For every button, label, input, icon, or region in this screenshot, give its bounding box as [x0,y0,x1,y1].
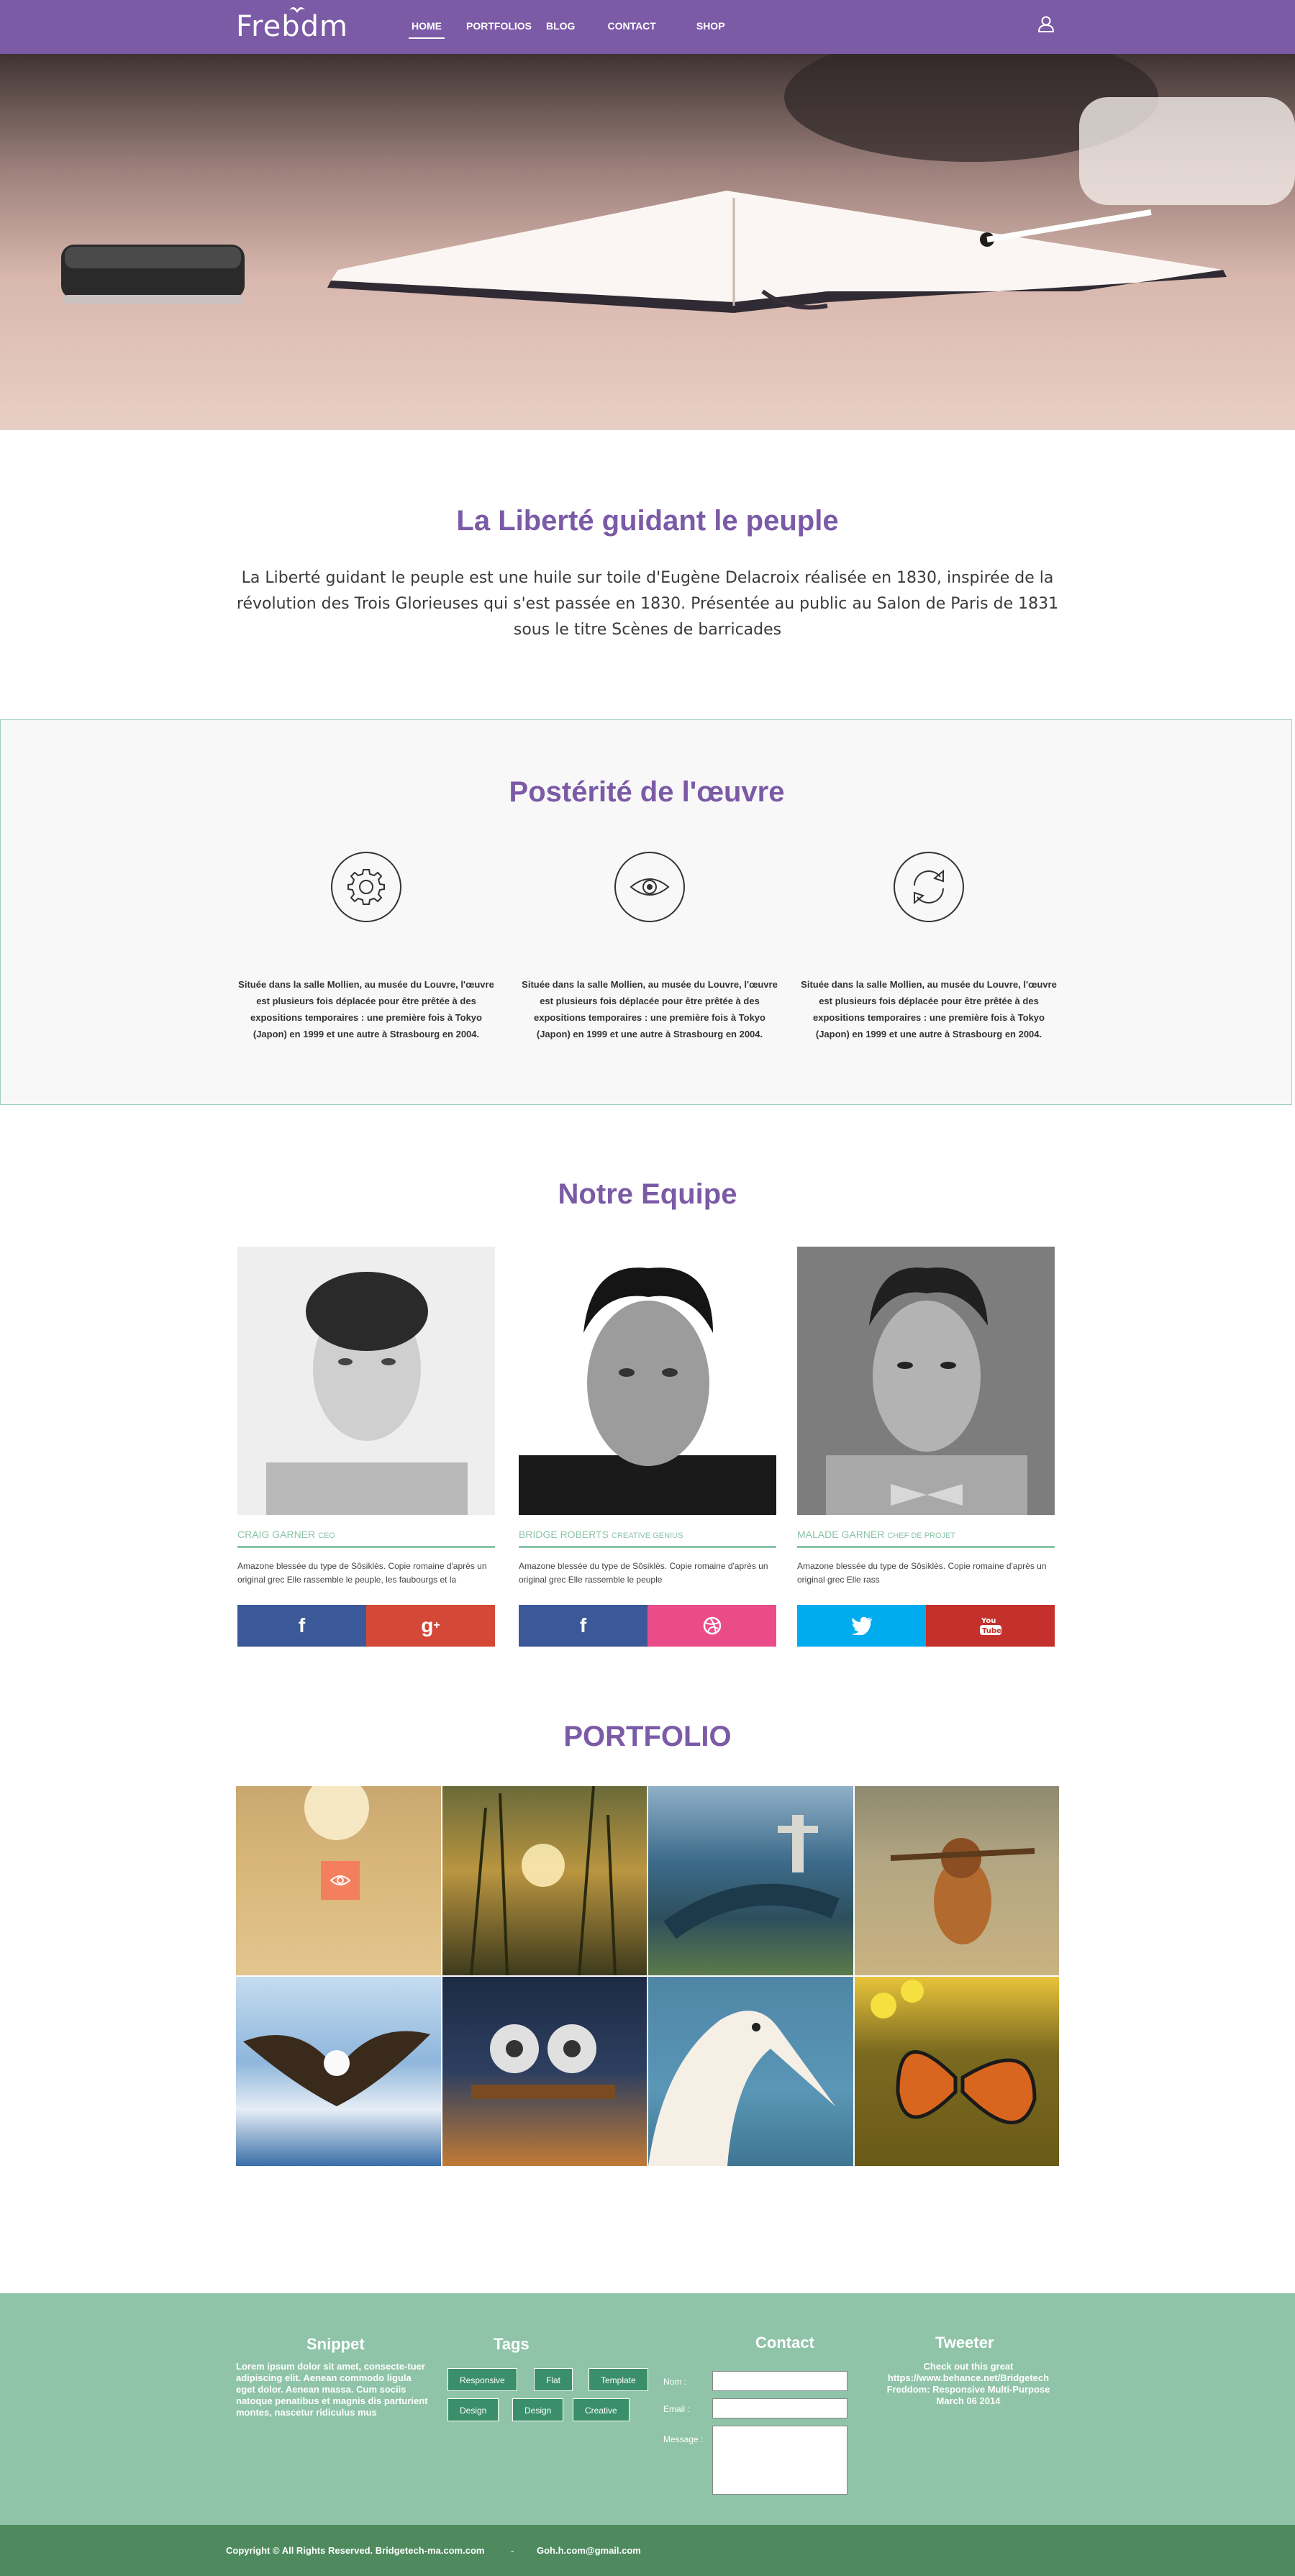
top-navbar: Frebdm HOME PORTFOLIOS BLOG CONTACT SHOP [0,0,1295,54]
portfolio-item-rio-christ-statue[interactable] [648,1786,853,1975]
divider [519,1546,776,1548]
footer-email-link[interactable]: Goh.h.com@gmail.com [537,2545,641,2556]
posterite-section: Postérité de l'œuvre Située dans la sall… [0,719,1292,1105]
nav-shop[interactable]: SHOP [696,20,725,39]
site-logo[interactable]: Frebdm [236,10,348,43]
message-textarea[interactable] [712,2426,848,2495]
intro-text: La Liberté guidant le peuple est une hui… [236,569,1059,639]
feature-text-3: Située dans la salle Mollien, au musée d… [801,979,1057,1039]
google-plus-icon[interactable]: g + [366,1605,495,1647]
tag-responsive[interactable]: Responsive [447,2368,517,2391]
email-input[interactable] [712,2398,848,2418]
gear-icon [331,852,401,922]
tweeter-title: Tweeter [935,2334,994,2352]
tile-image [890,1838,1035,1944]
member-name: BRIDGE ROBERTS [519,1529,609,1540]
svg-text:You: You [981,1617,996,1625]
portfolio-title: PORTFOLIO [563,1721,732,1752]
divider [797,1546,1055,1548]
eye-icon[interactable] [321,1861,360,1900]
hero-image [0,54,1295,430]
member-name-line: MALADE GARNER CHEF DE PROJET [797,1529,1055,1546]
member-photo [519,1247,776,1515]
member-name-line: BRIDGE ROBERTS CREATIVE GENIUS [519,1529,776,1546]
facebook-icon[interactable]: f [237,1605,366,1647]
twitter-icon[interactable] [797,1605,926,1647]
tile-image [663,1815,840,1939]
member-social: f g + [237,1605,495,1647]
member-desc: Amazone blessée du type de Sôsiklès. Cop… [519,1561,768,1585]
portfolio-item-monarch-butterfly[interactable] [854,1977,1059,2166]
member-name: MALADE GARNER [797,1529,885,1540]
team-member-card: BRIDGE ROBERTS CREATIVE GENIUS Amazone bl… [519,1247,776,1647]
tile-image [469,1786,617,1975]
copyright-bar: Copyright © All Rights Reserved. Bridget… [0,2525,1295,2576]
portfolio-item-bald-eagle[interactable] [236,1977,441,2166]
nav-blog[interactable]: BLOG [546,20,575,39]
team-member-card: CRAIG GARNER CEO Amazone blessée du type … [237,1247,495,1647]
contact-title: Contact [755,2334,814,2352]
separator: - [511,2545,514,2556]
posterite-title: Postérité de l'œuvre [509,776,785,808]
snippet-title: Snippet [306,2335,365,2353]
portfolio-item-sunset-field[interactable] [236,1786,441,1975]
member-photo [237,1247,495,1520]
nav-portfolios[interactable]: PORTFOLIOS [466,20,532,39]
member-role: CEO [318,1532,335,1540]
refresh-icon [894,852,964,922]
message-label: Message : [663,2434,704,2444]
nav-home[interactable]: HOME [409,20,445,39]
member-desc: Amazone blessée du type de Sôsiklès. Cop… [797,1561,1047,1585]
copyright-text: Copyright © All Rights Reserved. Bridget… [226,2545,485,2556]
member-desc: Amazone blessée du type de Sôsiklès. Cop… [237,1561,487,1585]
member-name: CRAIG GARNER [237,1529,316,1540]
portfolio-item-robots-on-bench[interactable] [442,1977,647,2166]
main-menu: HOME PORTFOLIOS BLOG CONTACT SHOP [409,20,725,39]
tile-image [870,1980,1037,2125]
eye-icon [614,852,685,922]
tile-image [471,2024,615,2099]
portfolio-item-dog-with-stick[interactable] [854,1786,1059,1975]
email-label: Email : [663,2404,690,2414]
nom-input[interactable] [712,2371,848,2391]
tag-creative[interactable]: Creative [573,2398,630,2421]
feature-text-1: Située dans la salle Mollien, au musée d… [238,979,494,1039]
facebook-icon[interactable]: f [519,1605,648,1647]
member-role: CHEF DE PROJET [887,1532,956,1540]
member-role: CREATIVE GENIUS [612,1532,683,1540]
dribbble-icon[interactable] [648,1605,776,1647]
member-photo [797,1247,1055,1520]
member-social: f [519,1605,776,1647]
footer: Snippet Lorem ipsum dolor sit amet, cons… [0,2293,1295,2525]
divider [237,1546,495,1548]
portfolio-grid [236,1786,1059,2166]
nav-contact[interactable]: CONTACT [607,20,655,39]
youtube-icon[interactable]: You Tube [926,1605,1055,1647]
team-title: Notre Equipe [558,1178,737,1210]
intro-title: La Liberté guidant le peuple [456,505,839,537]
tag-design-2[interactable]: Design [512,2398,564,2421]
portfolio-item-grass-sunset[interactable] [442,1786,647,1975]
tag-template[interactable]: Template [589,2368,648,2391]
snippet-text: Lorem ipsum dolor sit amet, consecte-tue… [236,2361,428,2418]
tags-title: Tags [494,2335,530,2353]
tweet-text: Check out this great https://www.behance… [886,2361,1050,2406]
svg-text:Tube: Tube [982,1627,1001,1635]
hero-slider [0,54,1295,430]
member-name-line: CRAIG GARNER CEO [237,1529,495,1546]
nom-label: Nom : [663,2377,687,2387]
feature-text-2: Située dans la salle Mollien, au musée d… [522,979,778,1039]
member-social: You Tube [797,1605,1055,1647]
tag-flat[interactable]: Flat [534,2368,573,2391]
tag-design[interactable]: Design [447,2398,499,2421]
tile-image [648,2011,835,2166]
portfolio-item-gannet-bird[interactable] [648,1977,853,2166]
user-icon[interactable] [1036,14,1056,35]
team-member-card: MALADE GARNER CHEF DE PROJET Amazone bles… [797,1247,1055,1647]
tile-image [243,2031,430,2106]
